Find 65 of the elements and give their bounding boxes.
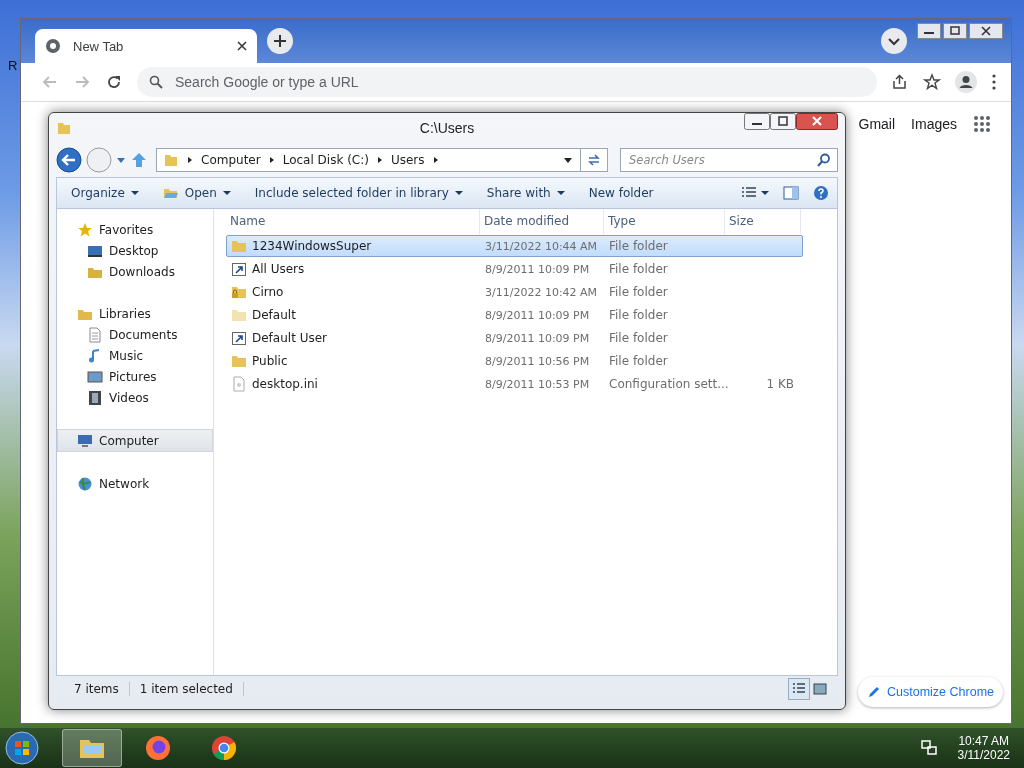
column-header[interactable]: Size [725, 209, 801, 234]
toolbar-button[interactable]: Organize [61, 183, 149, 203]
status-text: 7 items [64, 682, 130, 696]
clock-date: 3/11/2022 [957, 748, 1010, 762]
file-name: 1234WindowsSuper [252, 239, 372, 253]
window-title: C:\Users [419, 120, 475, 136]
toolbar-button[interactable]: Share with [476, 183, 575, 203]
toolbar-button[interactable]: Include selected folder in library [244, 183, 473, 203]
file-row[interactable]: desktop.ini 8/9/2011 10:53 PM Configuration sett... 1 KB [226, 373, 803, 395]
status-text: 1 item selected [129, 682, 244, 696]
sidebar-item[interactable]: Desktop [57, 240, 213, 261]
file-row[interactable]: Default 8/9/2011 10:09 PM File folder [226, 304, 803, 326]
desktop-icon-label: R [8, 58, 18, 73]
clock-time: 10:47 AM [958, 734, 1010, 748]
sidebar-item[interactable]: Documents [57, 324, 213, 345]
file-row[interactable]: Public 8/9/2011 10:56 PM File folder [226, 350, 803, 372]
date-modified: 8/9/2011 10:56 PM [484, 354, 591, 368]
file-row[interactable]: Cirno 3/11/2022 10:42 AM File folder [226, 281, 803, 303]
search-box[interactable]: Search Users [620, 148, 838, 172]
address-bar[interactable]: Computer Local Disk (C:) Users [156, 148, 608, 172]
breadcrumb-item[interactable]: Local Disk (C:) [282, 153, 369, 167]
file-row[interactable]: Default User 8/9/2011 10:09 PM File folder [226, 327, 803, 349]
file-type: Configuration sett... [608, 377, 726, 391]
sidebar-item[interactable]: Favorites [57, 219, 213, 240]
toolbar-button[interactable]: Open [152, 182, 241, 204]
column-header[interactable]: Date modified [480, 209, 604, 234]
file-row[interactable]: 1234WindowsSuper 3/11/2022 10:44 AM File folder [226, 235, 803, 257]
file-type: File folder [608, 354, 669, 368]
file-type: File folder [608, 331, 669, 345]
header-link[interactable]: Gmail [858, 114, 896, 134]
date-modified: 8/9/2011 10:09 PM [484, 331, 591, 345]
file-size: 1 KB [766, 377, 794, 391]
date-modified: 3/11/2022 10:42 AM [484, 285, 599, 299]
column-header[interactable]: Type [604, 209, 725, 234]
file-name: desktop.ini [252, 377, 318, 391]
file-name: Default User [252, 331, 327, 345]
sidebar-item[interactable]: Music [57, 345, 213, 366]
file-type: File folder [608, 262, 669, 276]
date-modified: 8/9/2011 10:09 PM [484, 308, 591, 322]
sidebar-item[interactable]: Downloads [57, 261, 213, 282]
sidebar-item[interactable]: Network [57, 473, 213, 494]
file-type: File folder [608, 239, 669, 253]
sidebar-item[interactable]: Pictures [57, 366, 213, 387]
file-type: File folder [608, 285, 669, 299]
file-name: Default [252, 308, 296, 322]
toolbar-button[interactable]: New folder [578, 183, 664, 203]
breadcrumb-item[interactable]: Computer [201, 153, 261, 167]
sidebar-item[interactable]: Computer [57, 429, 213, 452]
column-header[interactable]: Name [226, 209, 480, 234]
customize-chrome-button[interactable]: Customize Chrome [858, 677, 1003, 707]
file-type: File folder [608, 308, 669, 322]
date-modified: 8/9/2011 10:53 PM [484, 377, 591, 391]
breadcrumb-item[interactable]: Users [390, 153, 425, 167]
browser-tab[interactable]: New Tab [35, 29, 257, 63]
header-link[interactable]: Images [911, 114, 957, 134]
address-input[interactable]: Search Google or type a URL [173, 73, 865, 91]
sidebar-item[interactable]: Videos [57, 387, 213, 408]
file-row[interactable]: All Users 8/9/2011 10:09 PM File folder [226, 258, 803, 280]
file-name: Cirno [252, 285, 284, 299]
date-modified: 3/11/2022 10:44 AM [484, 239, 599, 253]
address-bar[interactable]: Search Google or type a URL [137, 67, 877, 97]
date-modified: 8/9/2011 10:09 PM [484, 262, 591, 276]
file-name: All Users [252, 262, 305, 276]
sidebar-item[interactable]: Libraries [57, 303, 213, 324]
file-name: Public [252, 354, 288, 368]
